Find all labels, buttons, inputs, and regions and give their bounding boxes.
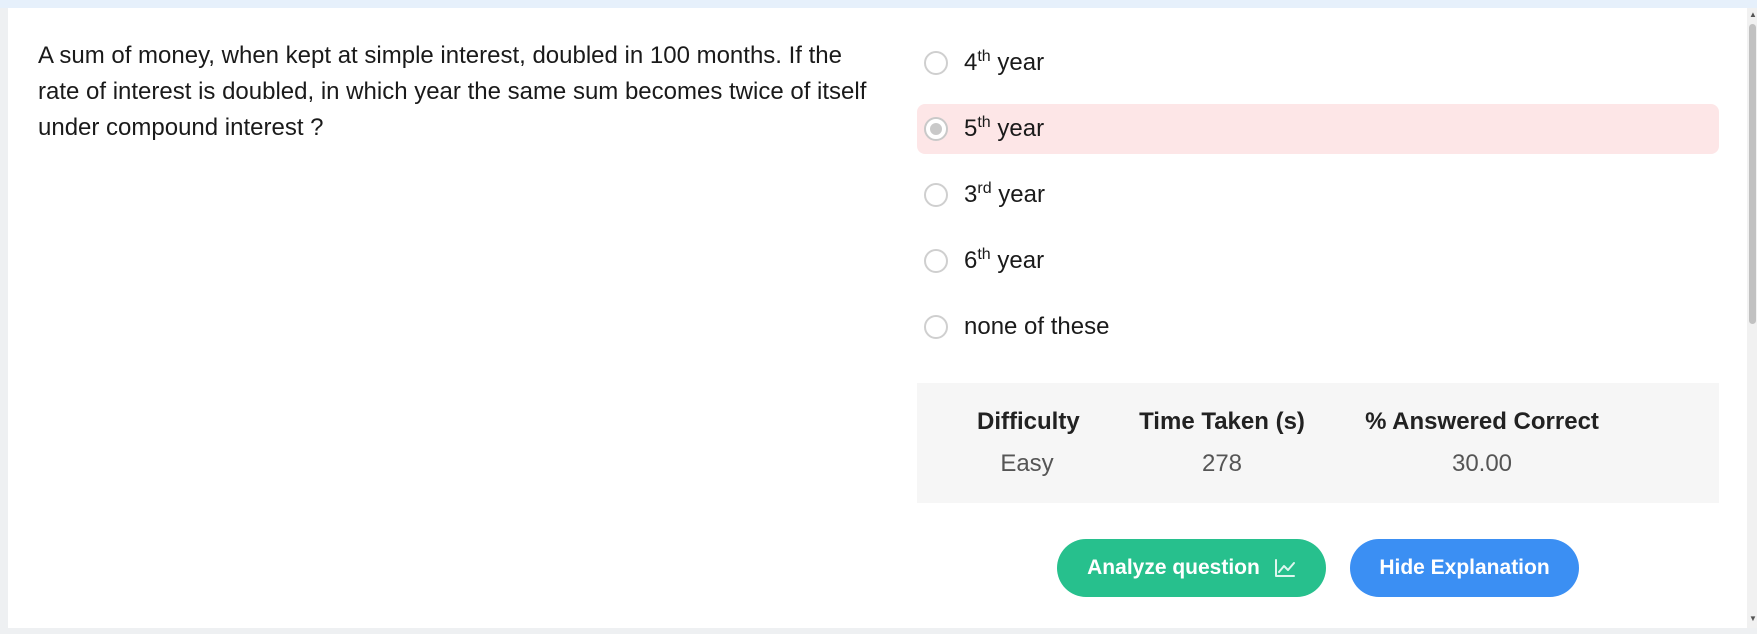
- option-label: 6th year: [964, 246, 1045, 275]
- option-4[interactable]: 6th year: [917, 236, 1719, 286]
- chart-line-icon: [1274, 558, 1296, 578]
- analyze-question-button[interactable]: Analyze question: [1057, 539, 1326, 597]
- scroll-down-icon[interactable]: ▼: [1749, 614, 1757, 624]
- option-2[interactable]: 5th year: [917, 104, 1719, 154]
- scroll-up-icon[interactable]: ▲: [1749, 10, 1757, 20]
- stat-correct-label: % Answered Correct: [1365, 408, 1599, 435]
- option-5[interactable]: none of these: [917, 302, 1719, 352]
- radio-button[interactable]: [924, 51, 948, 75]
- stat-time: Time Taken (s) 278: [1137, 408, 1307, 478]
- radio-button[interactable]: [924, 183, 948, 207]
- radio-button[interactable]: [924, 117, 948, 141]
- stat-difficulty-label: Difficulty: [977, 408, 1080, 435]
- stat-time-label: Time Taken (s): [1139, 408, 1305, 435]
- top-strip: [0, 0, 1757, 8]
- stat-difficulty: Difficulty Easy: [977, 408, 1080, 478]
- scrollbar-thumb[interactable]: [1749, 24, 1756, 324]
- option-label: 3rd year: [964, 180, 1045, 209]
- option-1[interactable]: 4th year: [917, 38, 1719, 88]
- stat-correct: % Answered Correct 30.00: [1357, 408, 1607, 478]
- stat-time-value: 278: [1201, 450, 1243, 477]
- stat-correct-value: 30.00: [1451, 450, 1513, 477]
- radio-button[interactable]: [924, 315, 948, 339]
- stat-difficulty-value: Easy: [1000, 450, 1054, 477]
- option-3[interactable]: 3rd year: [917, 170, 1719, 220]
- option-label: 4th year: [964, 48, 1045, 77]
- question-text: A sum of money, when kept at simple inte…: [38, 42, 867, 141]
- option-label: none of these: [964, 313, 1110, 340]
- stats-panel: Difficulty Easy Time Taken (s) 278 % Ans…: [917, 383, 1719, 503]
- options-list: 4th year 5th year 3rd year 6th year none…: [917, 38, 1719, 368]
- radio-button[interactable]: [924, 249, 948, 273]
- analyze-question-label: Analyze question: [1087, 556, 1260, 579]
- option-label: 5th year: [964, 114, 1045, 143]
- hide-explanation-button[interactable]: Hide Explanation: [1350, 539, 1579, 597]
